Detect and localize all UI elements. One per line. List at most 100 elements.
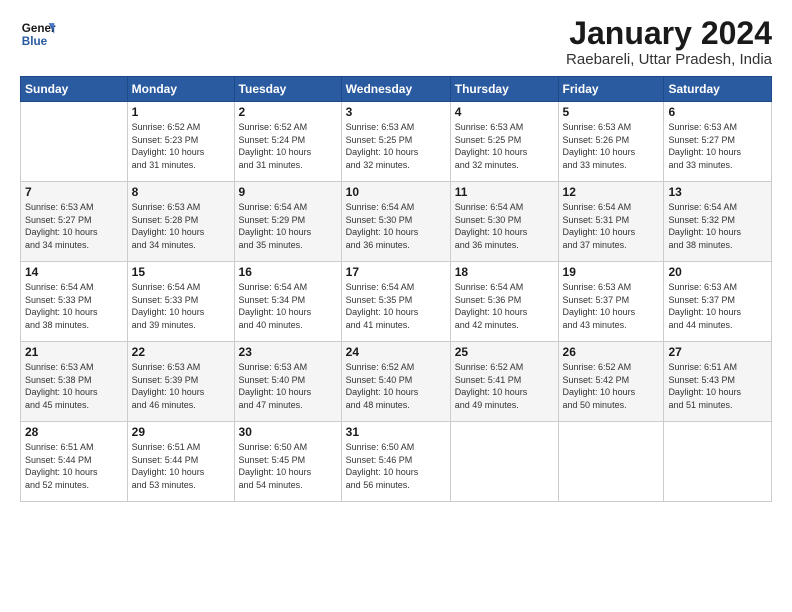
day-info: Sunrise: 6:52 AM Sunset: 5:23 PM Dayligh… [132, 121, 230, 171]
table-cell: 19 Sunrise: 6:53 AM Sunset: 5:37 PM Dayli… [558, 262, 664, 342]
day-info: Sunrise: 6:54 AM Sunset: 5:30 PM Dayligh… [455, 201, 554, 251]
day-number: 18 [455, 265, 554, 279]
table-cell: 16 Sunrise: 6:54 AM Sunset: 5:34 PM Dayli… [234, 262, 341, 342]
day-number: 17 [346, 265, 446, 279]
day-number: 15 [132, 265, 230, 279]
day-info: Sunrise: 6:52 AM Sunset: 5:42 PM Dayligh… [563, 361, 660, 411]
day-info: Sunrise: 6:54 AM Sunset: 5:33 PM Dayligh… [25, 281, 123, 331]
table-cell: 12 Sunrise: 6:54 AM Sunset: 5:31 PM Dayli… [558, 182, 664, 262]
table-cell: 17 Sunrise: 6:54 AM Sunset: 5:35 PM Dayli… [341, 262, 450, 342]
table-cell: 9Sunrise: 6:54 AM Sunset: 5:29 PM Daylig… [234, 182, 341, 262]
table-cell: 24 Sunrise: 6:52 AM Sunset: 5:40 PM Dayli… [341, 342, 450, 422]
day-number: 10 [346, 185, 446, 199]
calendar-table: Sunday Monday Tuesday Wednesday Thursday… [20, 76, 772, 502]
day-number: 1 [132, 105, 230, 119]
logo-icon: General Blue [20, 16, 56, 52]
table-cell: 1 Sunrise: 6:52 AM Sunset: 5:23 PM Daylig… [127, 102, 234, 182]
day-info: Sunrise: 6:52 AM Sunset: 5:41 PM Dayligh… [455, 361, 554, 411]
day-info: Sunrise: 6:54 AM Sunset: 5:30 PM Dayligh… [346, 201, 446, 251]
table-cell: 14 Sunrise: 6:54 AM Sunset: 5:33 PM Dayli… [21, 262, 128, 342]
table-cell: 15 Sunrise: 6:54 AM Sunset: 5:33 PM Dayli… [127, 262, 234, 342]
day-info: Sunrise: 6:53 AM Sunset: 5:25 PM Dayligh… [346, 121, 446, 171]
table-cell: 6 Sunrise: 6:53 AM Sunset: 5:27 PM Daylig… [664, 102, 772, 182]
table-cell: 11Sunrise: 6:54 AM Sunset: 5:30 PM Dayli… [450, 182, 558, 262]
day-number: 4 [455, 105, 554, 119]
table-cell: 10 Sunrise: 6:54 AM Sunset: 5:30 PM Dayli… [341, 182, 450, 262]
day-info: Sunrise: 6:54 AM Sunset: 5:33 PM Dayligh… [132, 281, 230, 331]
day-info: Sunrise: 6:51 AM Sunset: 5:44 PM Dayligh… [132, 441, 230, 491]
page: General Blue January 2024 Raebareli, Utt… [0, 0, 792, 612]
day-info: Sunrise: 6:54 AM Sunset: 5:34 PM Dayligh… [239, 281, 337, 331]
col-thursday: Thursday [450, 77, 558, 102]
col-monday: Monday [127, 77, 234, 102]
day-number: 7 [25, 185, 123, 199]
day-info: Sunrise: 6:54 AM Sunset: 5:36 PM Dayligh… [455, 281, 554, 331]
day-number: 2 [239, 105, 337, 119]
header-row: Sunday Monday Tuesday Wednesday Thursday… [21, 77, 772, 102]
table-cell: 28 Sunrise: 6:51 AM Sunset: 5:44 PM Dayli… [21, 422, 128, 502]
day-number: 24 [346, 345, 446, 359]
day-info: Sunrise: 6:53 AM Sunset: 5:39 PM Dayligh… [132, 361, 230, 411]
day-number: 14 [25, 265, 123, 279]
day-info: Sunrise: 6:50 AM Sunset: 5:46 PM Dayligh… [346, 441, 446, 491]
day-number: 28 [25, 425, 123, 439]
table-cell: 21 Sunrise: 6:53 AM Sunset: 5:38 PM Dayli… [21, 342, 128, 422]
table-cell: 25 Sunrise: 6:52 AM Sunset: 5:41 PM Dayli… [450, 342, 558, 422]
location: Raebareli, Uttar Pradesh, India [566, 51, 772, 68]
table-cell: 4 Sunrise: 6:53 AM Sunset: 5:25 PM Daylig… [450, 102, 558, 182]
day-number: 19 [563, 265, 660, 279]
week-row-2: 7Sunrise: 6:53 AM Sunset: 5:27 PM Daylig… [21, 182, 772, 262]
day-number: 12 [563, 185, 660, 199]
table-cell: 5 Sunrise: 6:53 AM Sunset: 5:26 PM Daylig… [558, 102, 664, 182]
month-title: January 2024 [566, 16, 772, 51]
table-cell: 27Sunrise: 6:51 AM Sunset: 5:43 PM Dayli… [664, 342, 772, 422]
week-row-5: 28 Sunrise: 6:51 AM Sunset: 5:44 PM Dayli… [21, 422, 772, 502]
day-number: 16 [239, 265, 337, 279]
day-info: Sunrise: 6:53 AM Sunset: 5:25 PM Dayligh… [455, 121, 554, 171]
title-section: January 2024 Raebareli, Uttar Pradesh, I… [566, 16, 772, 68]
table-cell: 7Sunrise: 6:53 AM Sunset: 5:27 PM Daylig… [21, 182, 128, 262]
day-number: 29 [132, 425, 230, 439]
day-info: Sunrise: 6:53 AM Sunset: 5:28 PM Dayligh… [132, 201, 230, 251]
day-info: Sunrise: 6:51 AM Sunset: 5:44 PM Dayligh… [25, 441, 123, 491]
day-number: 30 [239, 425, 337, 439]
col-wednesday: Wednesday [341, 77, 450, 102]
day-info: Sunrise: 6:52 AM Sunset: 5:40 PM Dayligh… [346, 361, 446, 411]
day-info: Sunrise: 6:53 AM Sunset: 5:37 PM Dayligh… [668, 281, 767, 331]
day-info: Sunrise: 6:53 AM Sunset: 5:27 PM Dayligh… [668, 121, 767, 171]
col-sunday: Sunday [21, 77, 128, 102]
day-number: 3 [346, 105, 446, 119]
day-number: 22 [132, 345, 230, 359]
day-info: Sunrise: 6:52 AM Sunset: 5:24 PM Dayligh… [239, 121, 337, 171]
table-cell [558, 422, 664, 502]
header: General Blue January 2024 Raebareli, Utt… [20, 16, 772, 68]
col-tuesday: Tuesday [234, 77, 341, 102]
day-number: 25 [455, 345, 554, 359]
day-info: Sunrise: 6:54 AM Sunset: 5:31 PM Dayligh… [563, 201, 660, 251]
table-cell: 30Sunrise: 6:50 AM Sunset: 5:45 PM Dayli… [234, 422, 341, 502]
day-info: Sunrise: 6:54 AM Sunset: 5:29 PM Dayligh… [239, 201, 337, 251]
col-saturday: Saturday [664, 77, 772, 102]
day-number: 6 [668, 105, 767, 119]
day-number: 20 [668, 265, 767, 279]
day-info: Sunrise: 6:53 AM Sunset: 5:26 PM Dayligh… [563, 121, 660, 171]
week-row-1: 1 Sunrise: 6:52 AM Sunset: 5:23 PM Daylig… [21, 102, 772, 182]
svg-text:Blue: Blue [22, 35, 48, 48]
col-friday: Friday [558, 77, 664, 102]
day-number: 5 [563, 105, 660, 119]
day-number: 21 [25, 345, 123, 359]
table-cell: 23 Sunrise: 6:53 AM Sunset: 5:40 PM Dayli… [234, 342, 341, 422]
table-cell [21, 102, 128, 182]
day-info: Sunrise: 6:54 AM Sunset: 5:35 PM Dayligh… [346, 281, 446, 331]
table-cell: 18 Sunrise: 6:54 AM Sunset: 5:36 PM Dayli… [450, 262, 558, 342]
table-cell [664, 422, 772, 502]
table-cell: 13Sunrise: 6:54 AM Sunset: 5:32 PM Dayli… [664, 182, 772, 262]
table-cell: 29 Sunrise: 6:51 AM Sunset: 5:44 PM Dayli… [127, 422, 234, 502]
day-number: 31 [346, 425, 446, 439]
day-info: Sunrise: 6:53 AM Sunset: 5:40 PM Dayligh… [239, 361, 337, 411]
day-number: 23 [239, 345, 337, 359]
day-info: Sunrise: 6:53 AM Sunset: 5:38 PM Dayligh… [25, 361, 123, 411]
table-cell: 2 Sunrise: 6:52 AM Sunset: 5:24 PM Daylig… [234, 102, 341, 182]
day-info: Sunrise: 6:53 AM Sunset: 5:37 PM Dayligh… [563, 281, 660, 331]
week-row-4: 21 Sunrise: 6:53 AM Sunset: 5:38 PM Dayli… [21, 342, 772, 422]
